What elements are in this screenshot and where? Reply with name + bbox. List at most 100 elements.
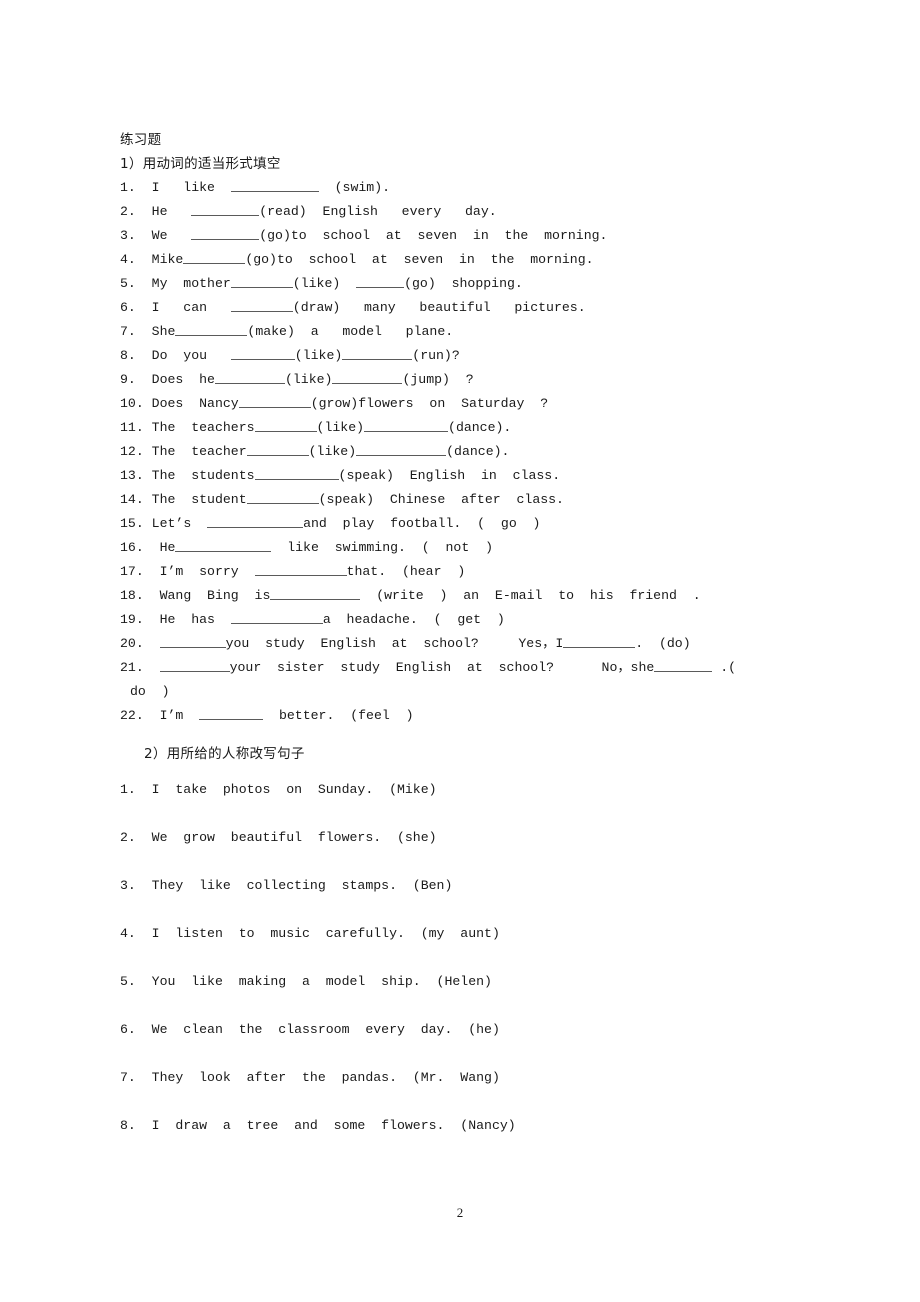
exercise-line: 10. Does Nancy (grow)flowers on Saturday … — [120, 392, 820, 416]
sentence-text — [144, 636, 160, 651]
exercise-line: 7. She (make) a model plane. — [120, 320, 820, 344]
fill-in-blank[interactable] — [364, 418, 449, 432]
fill-in-blank[interactable] — [175, 322, 248, 336]
fill-in-blank[interactable] — [230, 610, 323, 624]
sentence-text: I take photos on Sunday. (Mike) — [135, 782, 437, 797]
fill-in-blank[interactable] — [159, 658, 230, 672]
exercise-line: 2. He (read) English every day. — [120, 200, 820, 224]
sentence-text: I like — [135, 180, 231, 195]
exercise-line: 18. Wang Bing is (write ) an E-mail to h… — [120, 584, 820, 608]
item-number: 11. — [120, 420, 144, 435]
fill-in-blank[interactable] — [199, 706, 264, 720]
sentence-text: The teachers — [143, 420, 255, 435]
fill-in-blank[interactable] — [654, 658, 713, 672]
rewrite-line: 2. We grow beautiful flowers. (she) — [120, 814, 820, 862]
fill-in-blank[interactable] — [230, 274, 293, 288]
item-number: 2. — [120, 204, 136, 219]
exercise-line: 3. We (go)to school at seven in the morn… — [120, 224, 820, 248]
exercise-line: 5. My mother (like) (go) shopping. — [120, 272, 820, 296]
rewrite-line: 7. They look after the pandas. (Mr. Wang… — [120, 1054, 820, 1102]
sentence-text: We — [135, 228, 192, 243]
item-number: 17. — [120, 564, 144, 579]
fill-in-blank[interactable] — [342, 346, 413, 360]
item-number: 1. — [120, 782, 136, 797]
sentence-text: better. (feel ) — [263, 708, 414, 723]
exercise-line: 9. Does he (like) (jump) ? — [120, 368, 820, 392]
sentence-text: They look after the pandas. (Mr. Wang) — [135, 1070, 500, 1085]
sentence-text: (like) — [308, 444, 357, 459]
sentence-text: My mother — [135, 276, 231, 291]
item-number: 3. — [120, 228, 136, 243]
sentence-text: .( — [712, 660, 737, 675]
fill-in-blank[interactable] — [246, 442, 309, 456]
sentence-text: (speak) Chinese after class. — [318, 492, 564, 507]
item-number: 21. — [120, 660, 144, 675]
exercise-line: 8. Do you (like) (run)? — [120, 344, 820, 368]
sentence-text: that. (hear ) — [346, 564, 466, 579]
sentence-text: I’m — [143, 708, 200, 723]
item-number: 4. — [120, 252, 136, 267]
exercise-line: 17. I’m sorry that. (hear ) — [120, 560, 820, 584]
fill-in-blank[interactable] — [230, 346, 295, 360]
exercise-line: 20. you study English at school? Yes，I . … — [120, 632, 820, 656]
fill-in-blank[interactable] — [214, 370, 285, 384]
item-number: 14. — [120, 492, 144, 507]
sentence-text: (run)? — [412, 348, 460, 363]
sentence-text: (like) — [316, 420, 365, 435]
sentence-text: (like) — [284, 372, 333, 387]
fill-in-blank[interactable] — [332, 370, 403, 384]
exercise-line: 15. Let’s and play football. ( go ) — [120, 512, 820, 536]
fill-in-blank[interactable] — [238, 394, 311, 408]
fill-in-blank[interactable] — [230, 178, 319, 192]
fill-in-blank[interactable] — [191, 226, 260, 240]
sentence-text: (make) a model plane. — [247, 324, 454, 339]
sentence-text: (go) shopping. — [404, 276, 523, 291]
item-number: 8. — [120, 348, 136, 363]
fill-in-blank[interactable] — [270, 586, 361, 600]
sentence-text: We clean the classroom every day. (he) — [135, 1022, 500, 1037]
fill-in-blank[interactable] — [175, 538, 272, 552]
fill-in-blank[interactable] — [356, 442, 447, 456]
section-2: 2）用所给的人称改写句子 1. I take photos on Sunday.… — [120, 742, 820, 1150]
exercise-line: 16. He like swimming. ( not ) — [120, 536, 820, 560]
fill-in-blank[interactable] — [207, 514, 304, 528]
exercise-line: 14. The student (speak) Chinese after cla… — [120, 488, 820, 512]
sentence-text: The students — [143, 468, 255, 483]
sentence-text: (dance). — [448, 420, 512, 435]
fill-in-blank[interactable] — [254, 418, 317, 432]
fill-in-blank[interactable] — [230, 298, 293, 312]
exercise-line: 1. I like (swim). — [120, 176, 820, 200]
sentence-text: (like) — [294, 348, 343, 363]
fill-in-blank[interactable] — [356, 274, 405, 288]
fill-in-blank[interactable] — [254, 562, 347, 576]
page-number: 2 — [456, 1205, 464, 1220]
sentence-text: He — [143, 540, 176, 555]
fill-in-blank[interactable] — [159, 634, 226, 648]
sentence-text — [144, 660, 160, 675]
sentence-text: . (do) — [635, 636, 691, 651]
rewrite-line: 8. I draw a tree and some flowers. (Nanc… — [120, 1102, 820, 1150]
item-number: 9. — [120, 372, 136, 387]
item-number: 8. — [120, 1118, 136, 1133]
fill-in-blank[interactable] — [254, 466, 339, 480]
sentence-text: like swimming. ( not ) — [271, 540, 493, 555]
sentence-text: (grow)flowers on Saturday ? — [310, 396, 549, 411]
sentence-text: (draw) many beautiful pictures. — [292, 300, 586, 315]
item-number: 22. — [120, 708, 144, 723]
exercise-line: 12. The teacher (like) (dance). — [120, 440, 820, 464]
sentence-text: I’m sorry — [143, 564, 255, 579]
item-number: 4. — [120, 926, 136, 941]
fill-in-blank[interactable] — [246, 490, 319, 504]
sentence-text: I can — [135, 300, 231, 315]
fill-in-blank[interactable] — [191, 202, 260, 216]
sentence-text: The teacher — [143, 444, 247, 459]
rewrite-line: 4. I listen to music carefully. (my aunt… — [120, 910, 820, 958]
fill-in-blank[interactable] — [563, 634, 636, 648]
fill-in-blank[interactable] — [183, 250, 246, 264]
item-number: 10. — [120, 396, 144, 411]
section-1-items: 1. I like (swim). 2. He (read) English ev… — [120, 176, 820, 728]
exercise-line: 21. your sister study English at school?… — [120, 656, 820, 680]
item-number: 2. — [120, 830, 136, 845]
item-number: 15. — [120, 516, 144, 531]
item-number: 1. — [120, 180, 136, 195]
